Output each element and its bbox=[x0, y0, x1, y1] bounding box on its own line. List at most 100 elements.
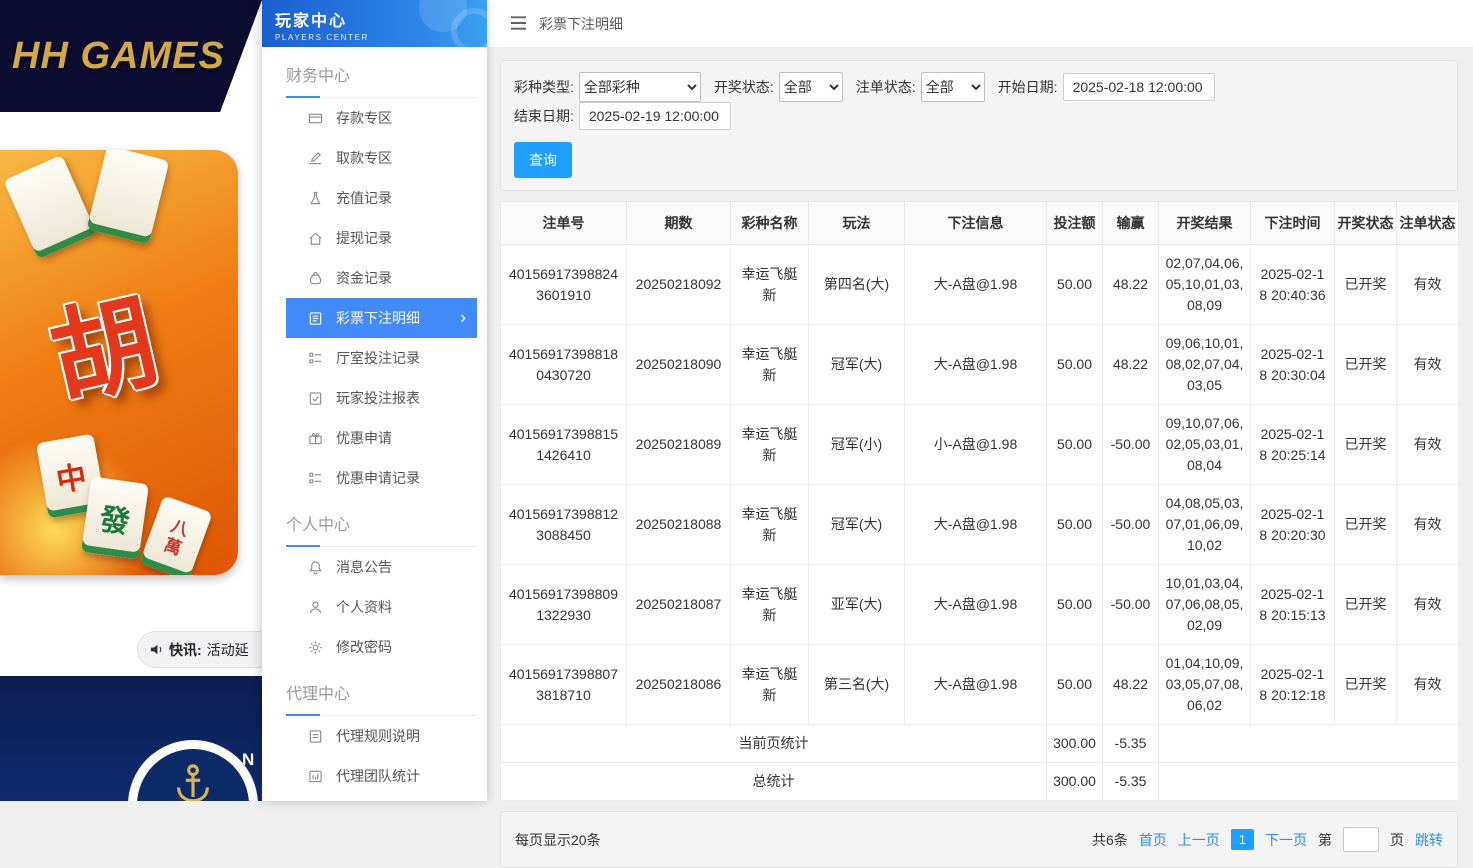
table-row: 401569173988123088450 20250218088 幸运飞艇新 … bbox=[501, 485, 1459, 565]
pen-icon bbox=[308, 151, 323, 166]
person-icon bbox=[308, 600, 323, 615]
cell-winloss: -50.00 bbox=[1103, 405, 1159, 485]
sidebar-item-player-bet-report[interactable]: 玩家投注报表 bbox=[286, 378, 477, 418]
sidebar-header: 玩家中心 PLAYERS CENTER bbox=[262, 0, 487, 47]
tile-zhong-character: 中 bbox=[52, 452, 89, 501]
sidebar-item-promo-apply[interactable]: 优惠申请 bbox=[286, 418, 477, 458]
cell-lottery: 幸运飞艇新 bbox=[731, 405, 809, 485]
section-title-finance: 财务中心 bbox=[286, 49, 477, 98]
cell-period: 20250218090 bbox=[627, 325, 731, 405]
sidebar-item-agent-team-stats[interactable]: 代理团队统计 bbox=[286, 756, 477, 796]
total-count-label: 共6条 bbox=[1092, 830, 1128, 850]
sidebar-item-fund-records[interactable]: 资金记录 bbox=[286, 258, 477, 298]
record-list-icon bbox=[308, 471, 323, 486]
menu-icon[interactable] bbox=[510, 16, 527, 31]
cell-status: 有效 bbox=[1397, 325, 1459, 405]
sidebar-item-profile[interactable]: 个人资料 bbox=[286, 587, 477, 627]
summary-winloss: -5.35 bbox=[1103, 725, 1159, 763]
total-summary-row: 总统计 300.00 -5.35 bbox=[501, 763, 1459, 801]
badge-letter: N bbox=[242, 750, 254, 770]
section-title-agent: 代理中心 bbox=[286, 667, 477, 716]
lottery-type-select[interactable]: 全部彩种 bbox=[579, 72, 701, 102]
cell-time: 2025-02-18 20:30:04 bbox=[1251, 325, 1335, 405]
table-row: 401569173988073818710 20250218086 幸运飞艇新 … bbox=[501, 645, 1459, 725]
next-page-link[interactable]: 下一页 bbox=[1265, 830, 1307, 850]
cell-result: 09,06,10,01,08,02,07,04,03,05 bbox=[1159, 325, 1251, 405]
sidebar-item-label: 个人资料 bbox=[336, 597, 392, 617]
first-page-link[interactable]: 首页 bbox=[1139, 830, 1167, 850]
sidebar-item-change-password[interactable]: 修改密码 bbox=[286, 627, 477, 667]
cell-play: 冠军(大) bbox=[809, 325, 905, 405]
sidebar-item-withdraw-zone[interactable]: 取款专区 bbox=[286, 138, 477, 178]
cell-amount: 50.00 bbox=[1047, 565, 1103, 645]
cell-bet-id: 401569173988073818710 bbox=[501, 645, 627, 725]
speaker-icon bbox=[149, 642, 164, 657]
prev-page-link[interactable]: 上一页 bbox=[1178, 830, 1220, 850]
cell-time: 2025-02-18 20:12:18 bbox=[1251, 645, 1335, 725]
jump-button[interactable]: 跳转 bbox=[1415, 830, 1443, 850]
table-row: 401569173988151426410 20250218089 幸运飞艇新 … bbox=[501, 405, 1459, 485]
cell-amount: 50.00 bbox=[1047, 645, 1103, 725]
col-amount: 投注额 bbox=[1047, 202, 1103, 245]
cell-lottery: 幸运飞艇新 bbox=[731, 245, 809, 325]
col-period: 期数 bbox=[627, 202, 731, 245]
cell-info: 大-A盘@1.98 bbox=[905, 565, 1047, 645]
chevron-right-icon bbox=[460, 308, 466, 326]
cell-lottery: 幸运飞艇新 bbox=[731, 565, 809, 645]
sidebar-item-label: 资金记录 bbox=[336, 268, 392, 288]
sidebar-item-agent-rules[interactable]: 代理规则说明 bbox=[286, 716, 477, 756]
cell-lottery: 幸运飞艇新 bbox=[731, 645, 809, 725]
sidebar-item-announcements[interactable]: 消息公告 bbox=[286, 547, 477, 587]
cell-info: 大-A盘@1.98 bbox=[905, 325, 1047, 405]
table-row: 401569173988091322930 20250218087 幸运飞艇新 … bbox=[501, 565, 1459, 645]
background-page: HH GAMES 胡 中 發 八萬 快讯: 活动延 bbox=[0, 0, 262, 801]
summary-empty bbox=[1159, 763, 1459, 801]
col-lottery-name: 彩种名称 bbox=[731, 202, 809, 245]
bet-table: 注单号 期数 彩种名称 玩法 下注信息 投注额 输赢 开奖结果 下注时间 开奖状… bbox=[500, 201, 1459, 801]
sidebar-title: 玩家中心 bbox=[275, 7, 487, 31]
sidebar-item-recharge-records[interactable]: 充值记录 bbox=[286, 178, 477, 218]
cell-period: 20250218088 bbox=[627, 485, 731, 565]
page-jump-input[interactable] bbox=[1343, 827, 1379, 852]
per-page-label: 每页显示20条 bbox=[515, 830, 601, 850]
col-draw-status: 开奖状态 bbox=[1335, 202, 1397, 245]
sidebar-item-deposit-zone[interactable]: 存款专区 bbox=[286, 98, 477, 138]
tile-fa-character: 發 bbox=[97, 494, 133, 542]
sidebar-item-lottery-bet-details[interactable]: 彩票下注明细 bbox=[286, 298, 477, 338]
sidebar-item-label: 充值记录 bbox=[336, 188, 392, 208]
draw-status-select[interactable]: 全部 bbox=[779, 72, 843, 102]
cell-bet-id: 401569173988243601910 bbox=[501, 245, 627, 325]
sidebar-item-label: 取款专区 bbox=[336, 148, 392, 168]
bell-icon bbox=[308, 560, 323, 575]
cell-status: 有效 bbox=[1397, 645, 1459, 725]
summary-amount: 300.00 bbox=[1047, 763, 1103, 801]
cell-draw-status: 已开奖 bbox=[1335, 325, 1397, 405]
end-date-input[interactable] bbox=[579, 102, 731, 130]
cell-amount: 50.00 bbox=[1047, 405, 1103, 485]
bet-table-card: 注单号 期数 彩种名称 玩法 下注信息 投注额 输赢 开奖结果 下注时间 开奖状… bbox=[500, 201, 1458, 801]
start-date-input[interactable] bbox=[1063, 73, 1215, 101]
cell-winloss: 48.22 bbox=[1103, 245, 1159, 325]
search-button[interactable]: 查询 bbox=[514, 142, 572, 178]
current-page-indicator[interactable]: 1 bbox=[1231, 829, 1254, 850]
cell-amount: 50.00 bbox=[1047, 325, 1103, 405]
sidebar-item-withdrawal-records[interactable]: 提现记录 bbox=[286, 218, 477, 258]
lottery-type-label: 彩种类型: bbox=[514, 77, 574, 97]
cell-info: 大-A盘@1.98 bbox=[905, 485, 1047, 565]
cell-time: 2025-02-18 20:15:13 bbox=[1251, 565, 1335, 645]
cell-result: 04,08,05,03,07,01,06,09,10,02 bbox=[1159, 485, 1251, 565]
cell-draw-status: 已开奖 bbox=[1335, 645, 1397, 725]
col-bet-id: 注单号 bbox=[501, 202, 627, 245]
col-play: 玩法 bbox=[809, 202, 905, 245]
bet-status-select[interactable]: 全部 bbox=[921, 72, 985, 102]
sidebar-item-promo-apply-records[interactable]: 优惠申请记录 bbox=[286, 458, 477, 498]
footer-band: N bbox=[0, 676, 262, 801]
cell-draw-status: 已开奖 bbox=[1335, 245, 1397, 325]
cell-status: 有效 bbox=[1397, 565, 1459, 645]
cell-bet-id: 401569173988123088450 bbox=[501, 485, 627, 565]
sidebar-item-hall-bet-records[interactable]: 厅室投注记录 bbox=[286, 338, 477, 378]
sidebar-item-label: 修改密码 bbox=[336, 637, 392, 657]
cell-amount: 50.00 bbox=[1047, 485, 1103, 565]
section-title-personal: 个人中心 bbox=[286, 498, 477, 547]
table-row: 401569173988180430720 20250218090 幸运飞艇新 … bbox=[501, 325, 1459, 405]
